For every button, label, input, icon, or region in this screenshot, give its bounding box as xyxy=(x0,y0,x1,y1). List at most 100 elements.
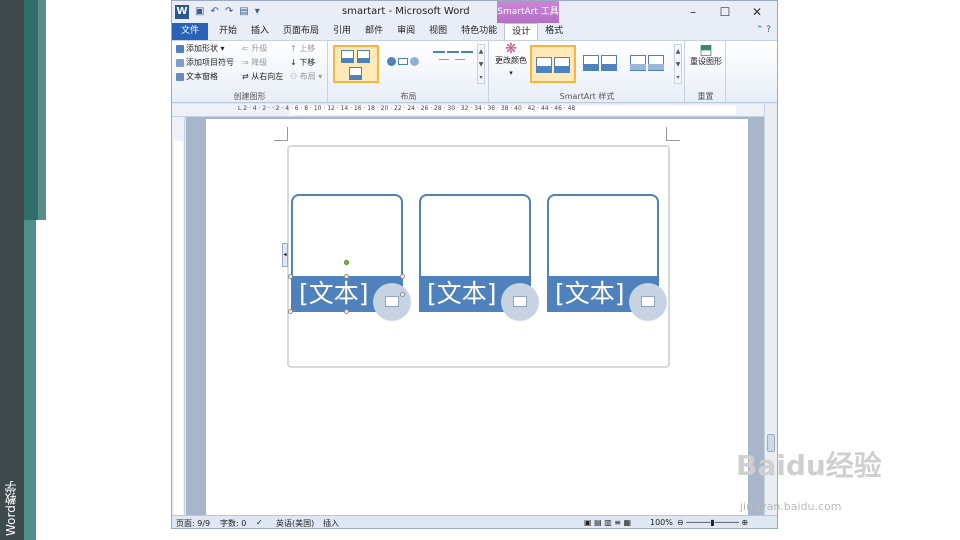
tab-insert[interactable]: 插入 xyxy=(244,23,276,40)
resize-handle[interactable] xyxy=(344,309,349,314)
zoom-slider[interactable]: ⊖ ─────▮───── ⊕ xyxy=(677,518,748,527)
change-colors-icon: ❋ xyxy=(505,41,517,57)
insert-picture-icon[interactable] xyxy=(501,283,539,321)
title-bar: W ▣ ↶ ↷ ▤ ▾ smartart - Microsoft Word Sm… xyxy=(172,1,777,23)
resize-handle[interactable] xyxy=(400,274,405,279)
layouts-gallery-scroll[interactable]: ▲ ▼ ▾ xyxy=(477,44,485,84)
add-bullet-icon xyxy=(176,58,184,67)
demote-label: 降级 xyxy=(251,58,268,67)
status-word-count[interactable]: 字数: 0 xyxy=(220,518,246,528)
tab-page-layout[interactable]: 页面布局 xyxy=(276,23,326,40)
add-shape-icon xyxy=(176,44,184,53)
picture-frame xyxy=(547,194,659,278)
group-smartart-styles-label: SmartArt 样式 xyxy=(559,92,615,101)
watermark-url: jingyan.baidu.com xyxy=(740,500,842,513)
style-option-1[interactable] xyxy=(530,45,576,83)
change-colors-button[interactable]: ❋ 更改颜色 ▾ xyxy=(494,41,528,79)
slide-accent-bar-lower xyxy=(24,220,36,540)
print-preview-icon[interactable]: ▤ xyxy=(239,5,248,19)
insert-picture-icon[interactable] xyxy=(373,283,411,321)
tab-design[interactable]: 设计 xyxy=(504,23,539,40)
layout-option-circles[interactable] xyxy=(383,45,429,83)
view-buttons[interactable]: ▣ ▤ ▥ ≡ ▦ xyxy=(584,518,631,527)
ribbon-tabs: 文件 开始 插入 页面布局 引用 邮件 审阅 视图 特色功能 设计 格式 xyxy=(172,23,777,40)
move-up-button[interactable]: ↑ 上移 xyxy=(290,43,315,55)
save-icon[interactable]: ▣ xyxy=(195,5,204,19)
tab-special-features[interactable]: 特色功能 xyxy=(454,23,504,40)
ruler-ticks: L 2 · 4 · 2 · · 2 · 4 · 6 · 8 · 10 · 12 … xyxy=(238,105,576,112)
resize-handle[interactable] xyxy=(344,274,349,279)
rotate-handle[interactable] xyxy=(344,260,349,265)
smartart-item[interactable]: [文本] xyxy=(419,194,539,321)
status-insert-mode[interactable]: 插入 xyxy=(323,518,339,528)
tab-references[interactable]: 引用 xyxy=(326,23,358,40)
tab-review[interactable]: 审阅 xyxy=(390,23,422,40)
close-button[interactable]: ✕ xyxy=(741,3,773,21)
reset-graphic-button[interactable]: ⬒ 重设图形 xyxy=(688,42,724,68)
picture-frame xyxy=(419,194,531,278)
style-option-2[interactable] xyxy=(579,45,625,83)
status-zoom[interactable]: 100% xyxy=(650,518,673,527)
help-icons[interactable]: ⌃ ? xyxy=(756,25,771,35)
customize-qat-icon[interactable]: ▾ xyxy=(255,5,260,19)
smartart-item[interactable]: [文本] xyxy=(547,194,667,321)
resize-handle[interactable] xyxy=(400,292,405,297)
text-pane-label: 文本窗格 xyxy=(186,72,218,81)
move-down-button[interactable]: ↓ 下移 xyxy=(290,57,315,69)
layout-option-lines[interactable] xyxy=(431,45,477,83)
tab-format[interactable]: 格式 xyxy=(538,23,570,40)
margin-mark xyxy=(666,127,680,141)
group-reset: ⬒ 重设图形 重置 xyxy=(686,41,726,103)
window-title: smartart - Microsoft Word xyxy=(342,6,470,17)
move-down-label: 下移 xyxy=(299,58,316,67)
reset-graphic-icon: ⬒ xyxy=(699,42,713,58)
text-pane-button[interactable]: 文本窗格 xyxy=(176,71,218,83)
undo-icon[interactable]: ↶ xyxy=(210,5,218,19)
vertical-ruler[interactable] xyxy=(172,117,185,515)
layout-dropdown-label: 布局 xyxy=(299,72,316,81)
proofing-icon[interactable]: ✓ xyxy=(256,518,263,527)
window-controls: – ☐ ✕ xyxy=(677,3,773,21)
slide-accent-bar-light xyxy=(38,0,46,220)
styles-gallery-scroll[interactable]: ▲ ▼ ▾ xyxy=(674,44,682,84)
ribbon: 添加形状 ▾ 添加项目符号 文本窗格 ⇐ 升级 ⇒ 降级 ⇄ 从右向左 ↑ 上移… xyxy=(172,40,777,103)
tab-home[interactable]: 开始 xyxy=(212,23,244,40)
right-to-left-button[interactable]: ⇄ 从右向左 xyxy=(242,71,283,83)
status-page[interactable]: 页面: 9/9 xyxy=(176,518,210,528)
group-smartart-styles: ❋ 更改颜色 ▾ ▲ ▼ ▾ SmartArt 样式 xyxy=(490,41,685,103)
group-create-graphic: 添加形状 ▾ 添加项目符号 文本窗格 ⇐ 升级 ⇒ 降级 ⇄ 从右向左 ↑ 上移… xyxy=(172,41,328,103)
tab-file[interactable]: 文件 xyxy=(172,23,208,40)
status-bar: 页面: 9/9 字数: 0 ✓ 英语(美国) 插入 ▣ ▤ ▥ ≡ ▦ 100%… xyxy=(172,515,777,528)
tab-view[interactable]: 视图 xyxy=(422,23,454,40)
quick-access-toolbar: W ▣ ↶ ↷ ▤ ▾ xyxy=(175,5,260,19)
move-up-label: 上移 xyxy=(299,44,316,53)
demote-button[interactable]: ⇒ 降级 xyxy=(242,57,267,69)
word-logo-icon[interactable]: W xyxy=(175,5,189,19)
add-shape-button[interactable]: 添加形状 ▾ xyxy=(176,43,225,55)
add-shape-label: 添加形状 xyxy=(186,44,218,53)
add-bullet-button[interactable]: 添加项目符号 xyxy=(176,57,234,69)
smartart-tools-context-tab: SmartArt 工具 xyxy=(497,1,559,23)
layout-option-picture-caption[interactable] xyxy=(333,45,379,83)
style-option-3[interactable] xyxy=(626,45,672,83)
tab-mailings[interactable]: 邮件 xyxy=(358,23,390,40)
group-create-graphic-label: 创建图形 xyxy=(233,92,266,101)
horizontal-ruler[interactable]: L 2 · 4 · 2 · · 2 · 4 · 6 · 8 · 10 · 12 … xyxy=(172,104,777,117)
promote-button[interactable]: ⇐ 升级 xyxy=(242,43,267,55)
text-pane-icon xyxy=(176,72,184,81)
maximize-button[interactable]: ☐ xyxy=(709,3,741,21)
resize-handle[interactable] xyxy=(288,309,293,314)
group-layouts: ▲ ▼ ▾ 布局 xyxy=(329,41,489,103)
smartart-graphic[interactable]: [文本] [文本] [文本] ◂ xyxy=(282,145,670,368)
redo-icon[interactable]: ↷ xyxy=(225,5,233,19)
minimize-button[interactable]: – xyxy=(677,3,709,21)
status-language[interactable]: 英语(美国) xyxy=(276,518,314,528)
resize-handle[interactable] xyxy=(288,274,293,279)
text-pane-toggle[interactable]: ◂ xyxy=(282,243,288,267)
promote-label: 升级 xyxy=(251,44,268,53)
picture-frame xyxy=(291,194,403,278)
add-bullet-label: 添加项目符号 xyxy=(186,58,234,67)
layout-dropdown-button[interactable]: ⚇ 布局 ▾ xyxy=(290,71,322,83)
insert-picture-icon[interactable] xyxy=(629,283,667,321)
smartart-item[interactable]: [文本] xyxy=(288,194,411,321)
